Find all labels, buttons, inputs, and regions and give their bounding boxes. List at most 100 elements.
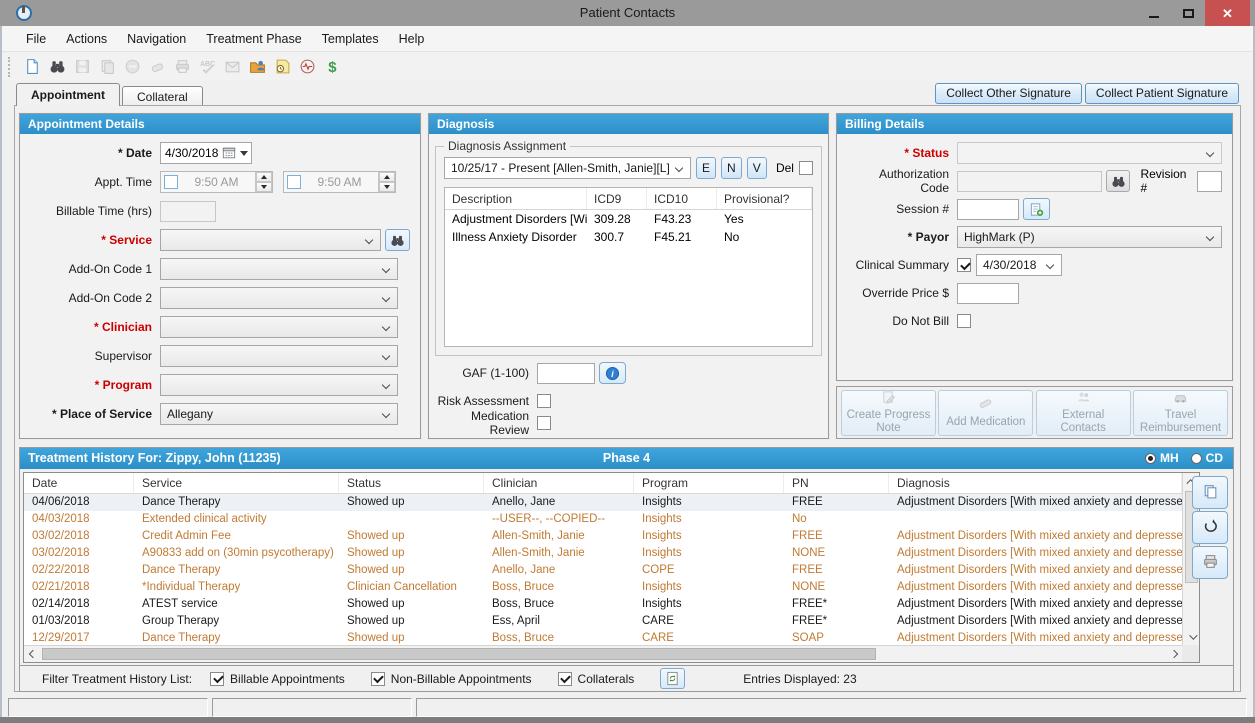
authorization-code-input[interactable]: [957, 171, 1102, 192]
gaf-input[interactable]: [537, 363, 595, 384]
travel-reimbursement-button[interactable]: Travel Reimbursement: [1133, 390, 1228, 436]
appt-time-start-spinner[interactable]: [255, 172, 272, 192]
service-dropdown[interactable]: [160, 229, 381, 251]
column-header-service[interactable]: Service: [134, 473, 339, 493]
menu-templates[interactable]: Templates: [312, 28, 389, 50]
create-progress-note-button[interactable]: Create Progress Note: [841, 390, 936, 436]
menu-treatment-phase[interactable]: Treatment Phase: [196, 28, 311, 50]
radio-circle[interactable]: [1191, 453, 1202, 464]
payor-dropdown[interactable]: HighMark (P): [957, 226, 1222, 248]
menu-actions[interactable]: Actions: [56, 28, 117, 50]
filter-checkbox-non-billable-appointments[interactable]: Non-Billable Appointments: [371, 672, 532, 686]
scroll-right-arrow[interactable]: [1165, 646, 1182, 662]
treatment-row[interactable]: 04/03/2018Extended clinical activity--US…: [24, 511, 1182, 528]
tab-collateral[interactable]: Collateral: [122, 86, 203, 106]
treatment-row[interactable]: 03/02/2018Credit Admin FeeShowed upAllen…: [24, 528, 1182, 545]
diagnosis-view-button[interactable]: V: [747, 157, 767, 179]
risk-assessment-checkbox[interactable]: [537, 394, 551, 408]
filter-checkbox-collaterals[interactable]: Collaterals: [558, 672, 635, 686]
treatment-row[interactable]: 01/03/2018Group TherapyShowed upEss, Apr…: [24, 613, 1182, 630]
column-header-status[interactable]: Status: [339, 473, 484, 493]
diagnosis-col-icd10[interactable]: ICD10: [647, 188, 717, 209]
copy-history-button[interactable]: [1192, 476, 1228, 509]
horizontal-scrollbar[interactable]: [24, 645, 1182, 662]
refresh-history-button[interactable]: [1192, 511, 1228, 544]
add-medication-button[interactable]: Add Medication: [938, 390, 1033, 436]
do-not-bill-checkbox[interactable]: [957, 314, 971, 328]
appt-time-end-checkbox[interactable]: [287, 175, 301, 189]
checkbox[interactable]: [210, 672, 224, 686]
status-dropdown[interactable]: [957, 142, 1222, 164]
minimize-button[interactable]: [1137, 0, 1171, 26]
new-document-icon[interactable]: [21, 57, 43, 77]
column-header-clinician[interactable]: Clinician: [484, 473, 634, 493]
refresh-list-button[interactable]: [660, 668, 685, 689]
external-contacts-button[interactable]: External Contacts: [1036, 390, 1131, 436]
del-checkbox[interactable]: [799, 161, 813, 175]
date-picker[interactable]: 4/30/2018: [160, 142, 252, 164]
column-header-pn[interactable]: PN: [784, 473, 889, 493]
menu-help[interactable]: Help: [389, 28, 435, 50]
diagnosis-row[interactable]: Illness Anxiety Disorder300.7F45.21No: [445, 228, 812, 246]
column-header-date[interactable]: Date: [24, 473, 134, 493]
diagnosis-col-provisional[interactable]: Provisional?: [717, 188, 812, 209]
appt-time-end[interactable]: 9:50 AM: [283, 171, 396, 193]
session-add-button[interactable]: [1023, 198, 1050, 220]
revision-input[interactable]: [1197, 171, 1222, 192]
filter-checkbox-billable-appointments[interactable]: Billable Appointments: [210, 672, 345, 686]
horizontal-scroll-thumb[interactable]: [42, 648, 876, 660]
radio-cd[interactable]: CD: [1191, 448, 1223, 469]
collect-patient-signature-button[interactable]: Collect Patient Signature: [1085, 83, 1239, 104]
binoculars-icon[interactable]: [46, 57, 68, 77]
appt-time-start[interactable]: 9:50 AM: [160, 171, 273, 193]
treatment-row[interactable]: 04/06/2018Dance TherapyShowed upAnello, …: [24, 494, 1182, 511]
checkbox[interactable]: [558, 672, 572, 686]
diagnosis-row[interactable]: Adjustment Disorders [Wi...309.28F43.23Y…: [445, 210, 812, 228]
appt-time-end-spinner[interactable]: [378, 172, 395, 192]
tab-appointment[interactable]: Appointment: [16, 83, 120, 106]
collect-other-signature-button[interactable]: Collect Other Signature: [935, 83, 1082, 104]
service-search-button[interactable]: [385, 229, 410, 251]
diagnosis-edit-button[interactable]: E: [696, 157, 716, 179]
billable-time-input[interactable]: [160, 201, 216, 222]
dollar-icon[interactable]: $: [321, 57, 343, 77]
session-input[interactable]: [957, 199, 1019, 220]
medication-review-checkbox[interactable]: [537, 416, 551, 430]
place-of-service-dropdown[interactable]: Allegany: [160, 403, 398, 425]
clinician-dropdown[interactable]: [160, 316, 398, 338]
treatment-row[interactable]: 02/22/2018Dance TherapyShowed upAnello, …: [24, 562, 1182, 579]
treatment-row[interactable]: 03/02/2018A90833 add on (30min psycother…: [24, 545, 1182, 562]
clinical-summary-date-dropdown[interactable]: 4/30/2018: [976, 254, 1062, 276]
menu-file[interactable]: File: [16, 28, 56, 50]
checkbox[interactable]: [371, 672, 385, 686]
radio-mh[interactable]: MH: [1145, 448, 1179, 469]
close-button[interactable]: ✕: [1205, 0, 1250, 26]
treatment-row[interactable]: 02/14/2018ATEST serviceShowed upBoss, Br…: [24, 596, 1182, 613]
scroll-left-arrow[interactable]: [24, 646, 41, 662]
diagnosis-col-icd9[interactable]: ICD9: [587, 188, 647, 209]
scroll-down-arrow[interactable]: [1183, 628, 1200, 645]
vitals-icon[interactable]: [296, 57, 318, 77]
diagnosis-new-button[interactable]: N: [721, 157, 741, 179]
addon1-dropdown[interactable]: [160, 258, 398, 280]
prescription-icon[interactable]: [271, 57, 293, 77]
toolbar-grip[interactable]: [8, 57, 13, 77]
column-header-diagnosis[interactable]: Diagnosis: [889, 473, 1182, 493]
addon2-dropdown[interactable]: [160, 287, 398, 309]
maximize-button[interactable]: [1171, 0, 1205, 26]
column-header-program[interactable]: Program: [634, 473, 784, 493]
clinical-summary-checkbox[interactable]: [957, 258, 971, 272]
supervisor-dropdown[interactable]: [160, 345, 398, 367]
menu-navigation[interactable]: Navigation: [117, 28, 196, 50]
print-history-button[interactable]: [1192, 546, 1228, 579]
treatment-row[interactable]: 02/21/2018*Individual TherapyClinician C…: [24, 579, 1182, 596]
authorization-search-button[interactable]: [1106, 170, 1131, 192]
date-dropdown-arrow[interactable]: [240, 151, 248, 156]
appt-time-start-checkbox[interactable]: [164, 175, 178, 189]
gaf-info-button[interactable]: i: [599, 362, 626, 384]
program-dropdown[interactable]: [160, 374, 398, 396]
diagnosis-col-description[interactable]: Description: [445, 188, 587, 209]
patient-folder-icon[interactable]: [246, 57, 268, 77]
radio-circle[interactable]: [1145, 453, 1156, 464]
diagnosis-assignment-dropdown[interactable]: 10/25/17 - Present [Allen-Smith, Janie][…: [444, 157, 691, 179]
